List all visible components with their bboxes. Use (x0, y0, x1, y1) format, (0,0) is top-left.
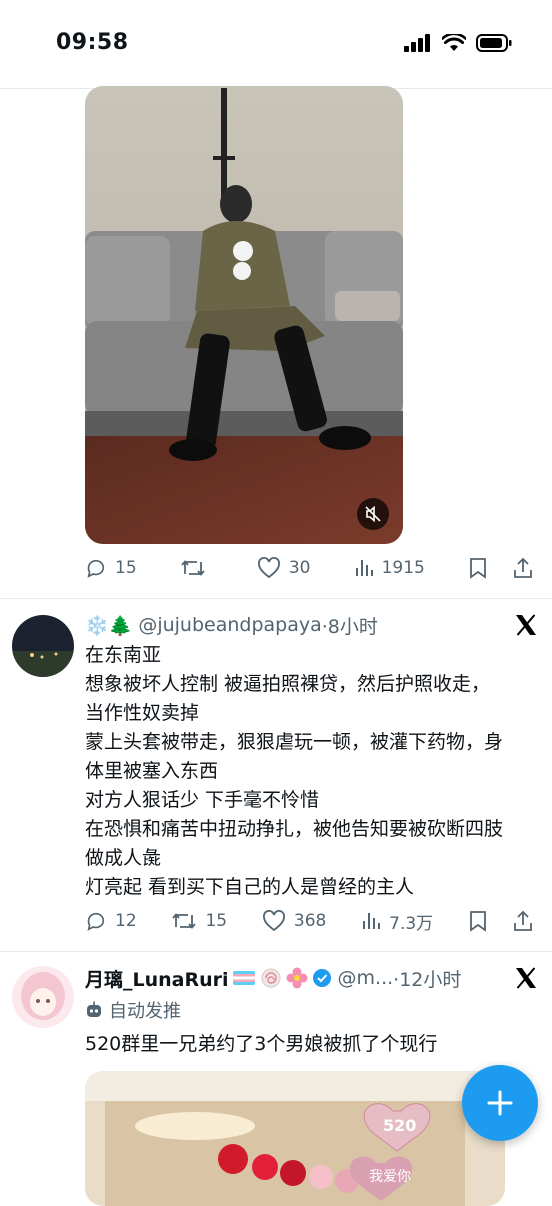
share-icon[interactable] (512, 557, 534, 579)
battery-icon (476, 34, 512, 52)
retweet-count: 15 (205, 911, 228, 931)
tweet-line: 体里被塞入东西 (85, 760, 219, 782)
signal-icon (404, 34, 430, 52)
retweet-button[interactable] (180, 557, 214, 579)
tweet-line: 想象被坏人控制 被逼拍照裸贷，然后护照收走， (85, 673, 491, 695)
x-logo-icon[interactable] (514, 966, 538, 990)
party-photo: 520 我爱你 (85, 1071, 505, 1206)
views-button[interactable]: 7.3万 (361, 909, 433, 934)
avatar[interactable] (12, 966, 74, 1028)
views-icon (355, 560, 373, 576)
views-button[interactable]: 1915 (354, 558, 425, 578)
plus-icon (487, 1090, 513, 1116)
tweet1-right-actions (468, 557, 534, 579)
tweet2-actions: 12 15 368 7.3万 (85, 907, 534, 935)
balloon-message-text: 我爱你 (369, 1169, 411, 1185)
tweet-time: ·8小时 (321, 615, 378, 638)
views-count: 7.3万 (389, 913, 434, 934)
tweet-line: 在东南亚 (85, 644, 162, 666)
share-icon[interactable] (512, 910, 534, 932)
views-icon (363, 913, 381, 929)
bot-label-row: 自动发推 (85, 997, 181, 1023)
flower-emoji-icon (286, 967, 308, 989)
reply-count: 12 (115, 911, 137, 931)
retweet-icon (181, 560, 205, 576)
tweet-video[interactable] (85, 86, 403, 544)
bookmark-icon[interactable] (468, 910, 488, 932)
mute-icon (365, 505, 381, 523)
tweet-line: 在恐惧和痛苦中扭动挣扎，被他告知要被砍断四肢 (85, 818, 504, 840)
tweet2-text: 在东南亚 想象被坏人控制 被逼拍照裸贷，然后护照收走， 当作性奴卖掉 蒙上头套被… (85, 641, 538, 902)
like-button[interactable]: 368 (262, 910, 326, 932)
lollipop-emoji-icon (261, 968, 281, 988)
tweet3-header: 月璃_LunaRuri @m... ·12小时 (85, 964, 536, 992)
user-name[interactable]: 月璃_LunaRuri (85, 965, 229, 992)
like-count: 368 (293, 911, 327, 931)
reply-button[interactable]: 12 (85, 910, 137, 932)
status-icons (404, 34, 512, 52)
tweet-line: 当作性奴卖掉 (85, 702, 200, 724)
user-name-emoji[interactable]: ❄️🌲 (85, 614, 132, 637)
heart-icon (262, 910, 285, 932)
tweet2-header: ❄️🌲 @jujubeandpapaya ·8小时 (85, 611, 536, 639)
avatar[interactable] (12, 615, 74, 677)
user-handle[interactable]: @m... (338, 967, 394, 989)
retweet-button[interactable]: 15 (171, 910, 227, 932)
like-button[interactable]: 30 (257, 557, 311, 579)
heart-icon (257, 557, 280, 579)
reply-icon (87, 912, 105, 931)
balloon-number-text: 520 (383, 1116, 416, 1135)
reply-button[interactable]: 15 (85, 557, 137, 579)
wifi-icon (442, 34, 466, 51)
tweet-divider (0, 951, 552, 952)
tweet3-text: 520群里一兄弟约了3个男娘被抓了个现行 (85, 1033, 438, 1055)
bot-label: 自动发推 (109, 1001, 181, 1022)
status-time: 09:58 (56, 30, 129, 55)
tweet2-right-actions (468, 910, 534, 932)
retweet-icon (172, 913, 197, 929)
mute-button[interactable] (357, 498, 389, 530)
tweet1-actions: 15 30 1915 (85, 554, 534, 582)
tweet-divider (0, 598, 552, 599)
like-count: 30 (288, 558, 311, 578)
x-logo-icon[interactable] (514, 613, 538, 637)
compose-button[interactable] (462, 1065, 538, 1141)
reply-count: 15 (115, 558, 137, 578)
video-frame (85, 86, 403, 544)
status-bar: 09:58 (0, 0, 552, 89)
tweet-image[interactable]: 520 我爱你 (85, 1071, 505, 1206)
views-count: 1915 (381, 558, 425, 578)
tweet-line: 蒙上头套被带走，狠狠虐玩一顿，被灌下药物，身 (85, 731, 504, 753)
bot-icon (87, 1001, 101, 1017)
user-handle[interactable]: @jujubeandpapaya (138, 614, 321, 636)
tweet-line: 做成人彘 (85, 847, 162, 869)
tweet-line: 灯亮起 看到买下自己的人是曾经的主人 (85, 876, 415, 898)
reply-icon (87, 559, 105, 578)
bookmark-icon[interactable] (468, 557, 488, 579)
tweet-line: 对方人狠话少 下手毫不怜惜 (85, 789, 320, 811)
verified-badge-icon (312, 969, 331, 987)
flag-emoji-icon (232, 971, 255, 985)
tweet-time: ·12小时 (393, 968, 462, 991)
